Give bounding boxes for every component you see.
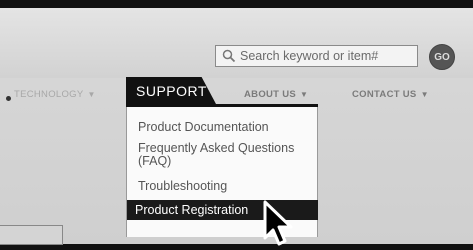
menu-item-product-documentation[interactable]: Product Documentation xyxy=(138,121,269,134)
search-input[interactable] xyxy=(240,49,410,63)
nav-item-technology[interactable]: TECHNOLOGY ▼ xyxy=(14,89,96,100)
search-icon xyxy=(222,49,236,63)
nav-item-label: CONTACT US xyxy=(352,89,417,100)
nav-item-label: SUPPORT xyxy=(136,82,207,99)
chevron-down-icon: ▼ xyxy=(300,90,309,99)
search-box[interactable] xyxy=(215,45,418,67)
go-button[interactable]: GO xyxy=(429,44,455,70)
chevron-down-icon: ▼ xyxy=(420,90,429,99)
menu-item-faq-line2[interactable]: (FAQ) xyxy=(138,155,171,168)
nav-bullet xyxy=(6,96,11,101)
nav-item-label: ABOUT US xyxy=(244,89,297,100)
mouse-cursor-icon xyxy=(263,200,293,246)
nav-item-support[interactable]: SUPPORT xyxy=(126,77,216,104)
chevron-down-icon: ▼ xyxy=(87,90,96,99)
nav-item-contact-us[interactable]: CONTACT US ▼ xyxy=(352,89,429,100)
menu-item-label: Product Registration xyxy=(135,203,249,217)
nav-item-about-us[interactable]: ABOUT US ▼ xyxy=(244,89,308,100)
menu-item-troubleshooting[interactable]: Troubleshooting xyxy=(138,180,227,193)
nav-item-label: TECHNOLOGY xyxy=(14,89,84,100)
header: GO xyxy=(0,8,473,78)
form-input[interactable] xyxy=(0,225,63,245)
